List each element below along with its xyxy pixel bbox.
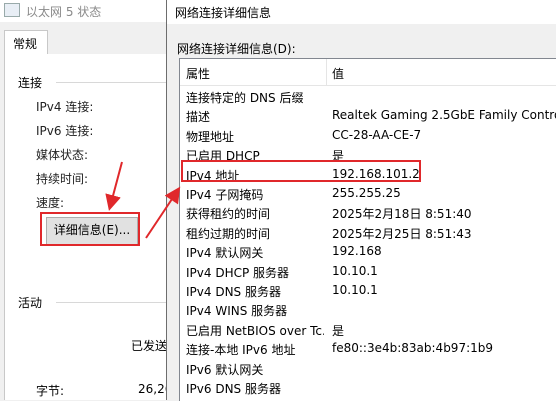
row-property: IPv6 默认网关 [186, 362, 264, 377]
column-header-value[interactable]: 值 [332, 65, 344, 82]
table-row[interactable]: 租约过期的时间 2025年2月25日 8:51:43 [180, 223, 556, 242]
sent-label: 已发送 [131, 339, 168, 353]
row-property: 连接特定的 DNS 后缀 [186, 91, 304, 105]
row-property: 租约过期的时间 [186, 226, 271, 241]
ipv6-connectivity-label: IPv6 连接: [36, 124, 94, 138]
dialog-title: 网络连接详细信息 [175, 6, 272, 20]
table-row[interactable]: IPv4 子网掩码 255.255.25 [180, 184, 556, 203]
row-value: 192.168 [332, 244, 382, 259]
row-value: 2025年2月25日 8:51:43 [332, 226, 472, 241]
details-button-highlight [40, 212, 140, 246]
table-row[interactable]: IPv6 DNS 服务器 [180, 378, 556, 397]
dialog-titlebar[interactable]: 网络连接详细信息 [167, 0, 556, 24]
column-header-property[interactable]: 属性 [186, 65, 210, 82]
divider [56, 82, 166, 83]
row-value: 10.10.1 [332, 283, 378, 297]
row-property: IPv4 默认网关 [186, 246, 264, 261]
row-value: 255.255.25 [332, 186, 401, 200]
background-window-title: 以太网 5 状态 [26, 5, 102, 19]
details-list-label: 网络连接详细信息(D): [177, 42, 296, 56]
activity-group-label: 活动 [18, 296, 43, 310]
table-row[interactable]: IPv4 DHCP 服务器 10.10.1 [180, 262, 556, 281]
row-value: 10.10.1 [332, 263, 378, 278]
table-row[interactable]: IPv4 默认网关 192.168 [180, 242, 556, 261]
network-adapter-icon [4, 3, 20, 17]
row-value: CC-28-AA-CE-7 [332, 127, 422, 142]
table-row[interactable]: IPv4 DNS 服务器 10.10.1 [180, 281, 556, 300]
table-row[interactable]: 获得租约的时间 2025年2月18日 8:51:40 [180, 203, 556, 222]
speed-label: 速度: [36, 196, 65, 210]
row-property: IPv4 WINS 服务器 [186, 304, 288, 319]
column-separator[interactable] [326, 59, 327, 85]
table-row[interactable]: 已启用 NetBIOS over Tc... 是 [180, 320, 556, 339]
row-property: IPv4 子网掩码 [186, 188, 264, 202]
row-property: IPv6 DNS 服务器 [186, 382, 281, 396]
row-value: 2025年2月18日 8:51:40 [332, 207, 472, 222]
tab-general[interactable]: 常规 [4, 30, 48, 55]
row-value: 是 [332, 323, 345, 338]
details-list[interactable]: 属性 值 连接特定的 DNS 后缀 描述 Realtek Gaming 2.5GbE… [179, 58, 556, 401]
tab-general-label: 常规 [13, 37, 38, 51]
row-property: 连接-本地 IPv6 地址 [186, 343, 296, 358]
bytes-label: 字节: [36, 384, 65, 398]
row-value: Realtek Gaming 2.5GbE Family Controlle [332, 108, 556, 123]
list-header: 属性 值 [180, 59, 556, 86]
duration-label: 持续时间: [36, 172, 89, 186]
row-property: 获得租约的时间 [186, 207, 271, 222]
row-property: 已启用 NetBIOS over Tc... [186, 323, 324, 338]
media-state-label: 媒体状态: [36, 148, 89, 162]
row-property: IPv4 DNS 服务器 [186, 285, 281, 299]
table-row[interactable]: 连接-本地 IPv6 地址 fe80::3e4b:83ab:4b97:1b9 [180, 339, 556, 358]
table-row[interactable]: 物理地址 CC-28-AA-CE-7 [180, 126, 556, 145]
network-details-dialog: 网络连接详细信息 网络连接详细信息(D): 属性 值 连接特定的 DNS 后缀描… [166, 0, 556, 401]
row-property: 物理地址 [186, 129, 235, 144]
table-row[interactable]: IPv4 WINS 服务器 [180, 300, 556, 319]
ipv4-connectivity-label: IPv4 连接: [36, 100, 94, 114]
background-window-titlebar: 以太网 5 状态 [0, 0, 170, 22]
row-value: fe80::3e4b:83ab:4b97:1b9 [332, 341, 494, 356]
table-row[interactable]: 连接特定的 DNS 后缀 [180, 87, 556, 106]
row-property: IPv4 DHCP 服务器 [186, 265, 290, 280]
connection-group-label: 连接 [18, 76, 43, 90]
table-row[interactable]: 描述 Realtek Gaming 2.5GbE Family Controlle [180, 106, 556, 125]
table-row[interactable]: IPv6 默认网关 [180, 359, 556, 378]
row-property: 描述 [186, 110, 211, 125]
ipv4-address-highlight [181, 160, 421, 182]
divider [56, 302, 166, 303]
